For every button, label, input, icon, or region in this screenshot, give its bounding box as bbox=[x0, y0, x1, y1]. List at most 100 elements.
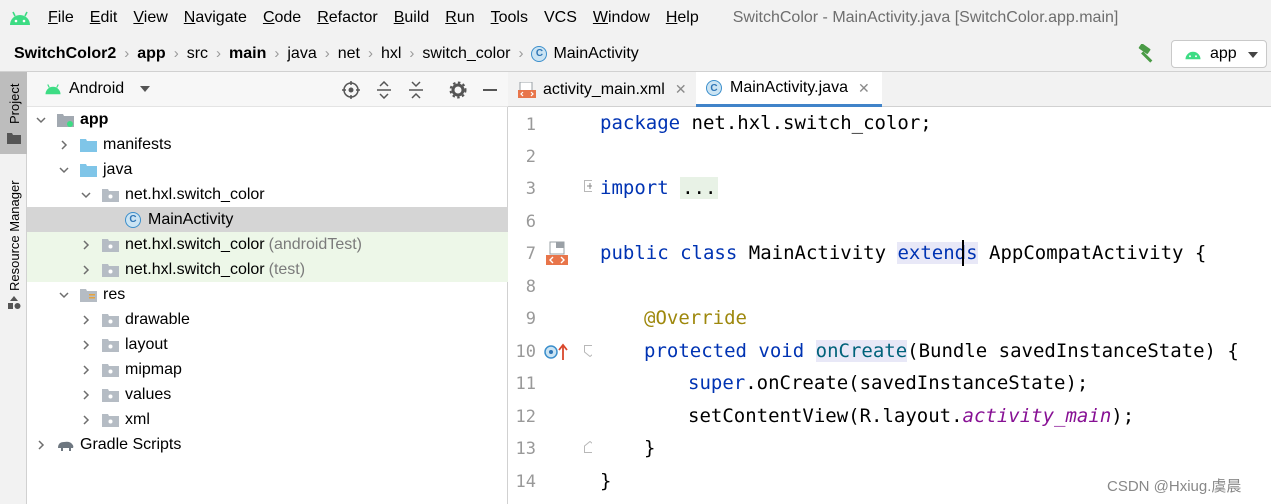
code-line-13: } bbox=[644, 435, 655, 461]
menu-tools[interactable]: Tools bbox=[483, 0, 536, 36]
tree-node-res[interactable]: res bbox=[27, 282, 508, 307]
project-view-select[interactable]: Android bbox=[69, 80, 124, 98]
menu-run[interactable]: Run bbox=[437, 0, 482, 36]
tree-node-mipmap[interactable]: mipmap bbox=[27, 357, 508, 382]
breadcrumb-java[interactable]: java bbox=[287, 45, 316, 63]
chevron-right-icon[interactable] bbox=[80, 339, 92, 351]
breadcrumb: SwitchColor2 › app › src › main › java ›… bbox=[0, 36, 1271, 72]
close-icon[interactable]: ✕ bbox=[858, 80, 870, 97]
chevron-right-icon[interactable] bbox=[58, 139, 70, 151]
keyword: package bbox=[600, 112, 681, 134]
dropdown-arrow-icon[interactable] bbox=[140, 86, 151, 92]
resource-manager-icon bbox=[8, 296, 21, 309]
chevron-right-icon[interactable] bbox=[80, 364, 92, 376]
tree-label: xml bbox=[125, 410, 150, 428]
folder-icon bbox=[80, 138, 97, 152]
tab-activity-main-xml[interactable]: activity_main.xml ✕ bbox=[508, 72, 696, 107]
folder-icon bbox=[80, 163, 97, 177]
locate-icon[interactable] bbox=[342, 81, 360, 99]
tree-label: values bbox=[125, 385, 172, 403]
tree-label: app bbox=[80, 110, 109, 128]
project-panel-header: Android bbox=[27, 72, 508, 107]
menu-vcs[interactable]: VCS bbox=[536, 0, 585, 36]
tree-label: MainActivity bbox=[148, 210, 234, 228]
expand-all-icon[interactable] bbox=[375, 81, 393, 99]
tree-suffix: (test) bbox=[268, 260, 306, 278]
chevron-right-icon[interactable] bbox=[80, 314, 92, 326]
window-title: SwitchColor - MainActivity.java [SwitchC… bbox=[732, 9, 1119, 26]
tree-node-package[interactable]: net.hxl.switch_color bbox=[27, 182, 508, 207]
breadcrumb-mainactivity-label: MainActivity bbox=[553, 44, 639, 62]
chevron-down-icon[interactable] bbox=[80, 189, 92, 201]
chevron-right-icon[interactable] bbox=[80, 389, 92, 401]
minimize-icon[interactable] bbox=[481, 81, 499, 99]
tree-label: net.hxl.switch_color bbox=[125, 260, 265, 278]
menu-code[interactable]: Code bbox=[255, 0, 309, 36]
tree-node-xml[interactable]: xml bbox=[27, 407, 508, 432]
resource-manager-tool-button[interactable]: Resource Manager bbox=[0, 168, 27, 318]
class-icon: C bbox=[706, 80, 722, 96]
tree-node-drawable[interactable]: drawable bbox=[27, 307, 508, 332]
chevron-right-icon[interactable] bbox=[80, 414, 92, 426]
breadcrumb-switch-color[interactable]: switch_color bbox=[422, 45, 510, 63]
class-icon: C bbox=[531, 45, 548, 62]
menu-file[interactable]: File bbox=[40, 0, 82, 36]
tree-label: drawable bbox=[125, 310, 190, 328]
breadcrumb-mainactivity[interactable]: C MainActivity bbox=[531, 44, 639, 63]
code-editor[interactable]: package net.hxl.switch_color; import ...… bbox=[592, 107, 1271, 504]
menu-navigate[interactable]: Navigate bbox=[176, 0, 255, 36]
related-layout-icon[interactable] bbox=[544, 241, 570, 267]
chevron-right-icon[interactable] bbox=[80, 239, 92, 251]
tree-node-gradle-scripts[interactable]: Gradle Scripts bbox=[27, 432, 508, 457]
tree-node-manifests[interactable]: manifests bbox=[27, 132, 508, 157]
menu-build[interactable]: Build bbox=[386, 0, 438, 36]
field-reference: activity_main bbox=[962, 405, 1112, 427]
folded-imports[interactable]: ... bbox=[680, 177, 719, 199]
tree-node-package-test[interactable]: net.hxl.switch_color (test) bbox=[27, 257, 508, 282]
project-tool-button[interactable]: Project bbox=[0, 72, 27, 154]
chevron-right-icon[interactable] bbox=[35, 439, 47, 451]
collapse-all-icon[interactable] bbox=[407, 81, 425, 99]
tree-node-layout[interactable]: layout bbox=[27, 332, 508, 357]
tree-suffix: (androidTest) bbox=[268, 235, 362, 253]
menu-help[interactable]: Help bbox=[658, 0, 707, 36]
breadcrumb-app[interactable]: app bbox=[137, 45, 165, 63]
chevron-down-icon[interactable] bbox=[35, 114, 47, 126]
keyword: protected bbox=[644, 340, 747, 362]
tree-node-mainactivity[interactable]: C MainActivity bbox=[27, 207, 508, 232]
breadcrumb-net[interactable]: net bbox=[338, 45, 360, 63]
breadcrumb-project[interactable]: SwitchColor2 bbox=[14, 45, 116, 63]
tree-node-java[interactable]: java bbox=[27, 157, 508, 182]
line-number: 6 bbox=[525, 212, 536, 232]
breadcrumb-main[interactable]: main bbox=[229, 45, 266, 63]
chevron-down-icon[interactable] bbox=[58, 164, 70, 176]
breadcrumb-src[interactable]: src bbox=[187, 45, 208, 63]
android-icon bbox=[45, 84, 61, 95]
tree-node-values[interactable]: values bbox=[27, 382, 508, 407]
keyword: super bbox=[688, 372, 746, 394]
tree-node-package-androidtest[interactable]: net.hxl.switch_color (androidTest) bbox=[27, 232, 508, 257]
menu-window[interactable]: Window bbox=[585, 0, 658, 36]
line-number: 1 bbox=[525, 115, 536, 135]
close-icon[interactable]: ✕ bbox=[675, 81, 687, 98]
menu-view[interactable]: View bbox=[125, 0, 175, 36]
run-config-select[interactable]: app bbox=[1171, 40, 1267, 68]
chevron-right-icon: › bbox=[124, 45, 130, 62]
gear-icon[interactable] bbox=[449, 81, 467, 99]
tree-label: java bbox=[103, 160, 133, 178]
line-number: 2 bbox=[525, 147, 536, 167]
tree-node-app[interactable]: app bbox=[27, 107, 508, 132]
chevron-right-icon[interactable] bbox=[80, 264, 92, 276]
build-hammer-icon[interactable] bbox=[1136, 44, 1158, 64]
tab-mainactivity-java[interactable]: C MainActivity.java ✕ bbox=[696, 72, 882, 107]
tree-label: manifests bbox=[103, 135, 172, 153]
code-line-7: public class MainActivity extends AppCom… bbox=[600, 240, 1206, 266]
package-icon bbox=[102, 413, 119, 427]
breadcrumb-hxl[interactable]: hxl bbox=[381, 45, 401, 63]
line-number: 14 bbox=[515, 472, 536, 492]
override-method-icon[interactable] bbox=[544, 343, 570, 361]
menu-refactor[interactable]: Refactor bbox=[309, 0, 385, 36]
chevron-down-icon[interactable] bbox=[58, 289, 70, 301]
package-icon bbox=[102, 238, 119, 252]
menu-edit[interactable]: Edit bbox=[82, 0, 126, 36]
